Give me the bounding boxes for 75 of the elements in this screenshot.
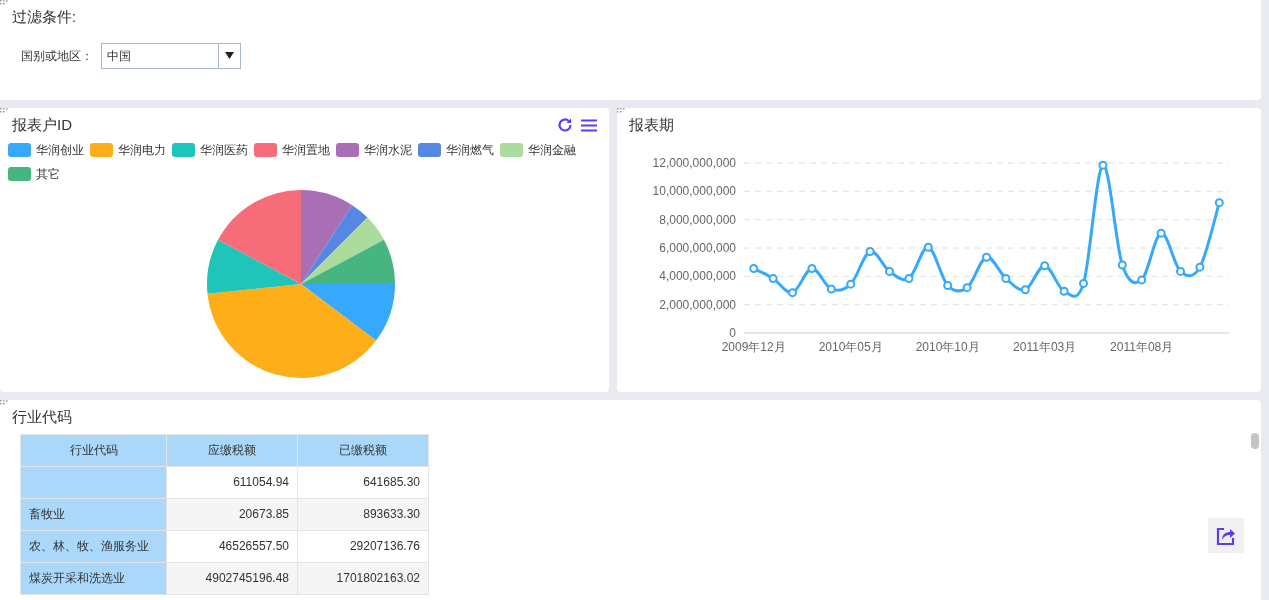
data-point — [807, 263, 817, 273]
scrollbar-thumb[interactable] — [1251, 433, 1259, 449]
data-point — [1137, 274, 1147, 284]
panel-title: 过滤条件: — [12, 7, 78, 27]
panel-title: 报表户ID — [11, 115, 72, 135]
x-axis-label: 2010年10月 — [915, 339, 980, 354]
panel-title: 行业代码 — [12, 407, 73, 427]
data-point — [788, 287, 797, 297]
table-cell: 641685.30 — [297, 466, 429, 498]
panel-title: 报表期 — [629, 115, 675, 135]
y-axis-label: 8,000,000,000 — [659, 212, 736, 227]
table-cell: 畜牧业 — [20, 498, 167, 530]
data-point — [1098, 160, 1108, 170]
data-point — [826, 284, 836, 294]
table-cell: 农、林、牧、渔服务业 — [20, 530, 167, 562]
y-axis-label: 6,000,000,000 — [659, 240, 736, 255]
data-point — [1079, 278, 1088, 288]
data-point — [904, 273, 914, 283]
x-axis-label: 2009年12月 — [721, 339, 786, 354]
drag-handle-icon[interactable] — [0, 0, 8, 6]
column-header: 应缴税额 — [166, 434, 298, 466]
data-point — [1001, 273, 1011, 283]
legend-label: 华润置地 — [282, 141, 330, 159]
y-axis-label: 4,000,000,000 — [659, 268, 736, 283]
column-header: 已缴税额 — [297, 434, 429, 466]
data-point — [1156, 228, 1166, 238]
drag-handle-icon[interactable] — [0, 108, 8, 114]
data-point — [768, 273, 778, 283]
table-cell: 煤炭开采和洗选业 — [20, 562, 167, 594]
legend-label: 其它 — [36, 165, 60, 183]
share-icon — [1216, 525, 1236, 546]
data-point — [1020, 284, 1030, 294]
legend-label: 华润创业 — [36, 141, 84, 159]
table-cell: 4902745196.48 — [166, 562, 298, 594]
table-cell: 1701802163.02 — [297, 562, 429, 594]
legend-label: 华润医药 — [200, 141, 248, 159]
field-label: 国别或地区： — [21, 47, 93, 65]
data-point — [749, 263, 759, 273]
table-cell: 20673.85 — [166, 498, 298, 530]
drag-handle-icon[interactable] — [617, 108, 625, 114]
y-axis-label: 0 — [729, 325, 736, 340]
data-point — [923, 242, 933, 252]
x-axis-label: 2011年03月 — [1013, 339, 1077, 354]
data-point — [962, 282, 972, 292]
data-point — [982, 252, 991, 262]
data-point — [1040, 260, 1050, 270]
data-point — [943, 280, 953, 290]
data-point — [865, 246, 875, 256]
data-point — [846, 279, 856, 289]
refresh-icon[interactable] — [557, 117, 573, 134]
data-point — [1059, 286, 1069, 296]
menu-icon[interactable] — [581, 118, 597, 132]
dropdown-arrow-icon — [225, 52, 234, 59]
table-cell: 611054.94 — [166, 466, 298, 498]
data-point — [1176, 266, 1185, 276]
data-point — [885, 266, 894, 276]
table-cell: 29207136.76 — [297, 530, 429, 562]
legend-label: 华润水泥 — [364, 141, 412, 159]
data-point — [1195, 262, 1205, 272]
y-axis-label: 12,000,000,000 — [652, 155, 736, 170]
legend-label: 华润电力 — [118, 141, 166, 159]
drag-handle-icon[interactable] — [0, 400, 8, 406]
y-axis-label: 2,000,000,000 — [659, 297, 736, 312]
country-select[interactable]: 中国 — [101, 42, 241, 69]
export-button[interactable] — [1208, 518, 1244, 553]
column-header: 行业代码 — [20, 434, 167, 466]
table-cell: 46526557.50 — [166, 530, 298, 562]
legend-label: 华润金融 — [528, 141, 576, 159]
x-axis-label: 2011年08月 — [1110, 339, 1174, 354]
data-point — [1214, 197, 1224, 207]
data-point — [1117, 260, 1127, 269]
legend-label: 华润燃气 — [446, 141, 494, 159]
table-cell: 893633.30 — [297, 498, 429, 530]
y-axis-label: 10,000,000,000 — [652, 183, 736, 198]
x-axis-label: 2010年05月 — [818, 339, 883, 354]
